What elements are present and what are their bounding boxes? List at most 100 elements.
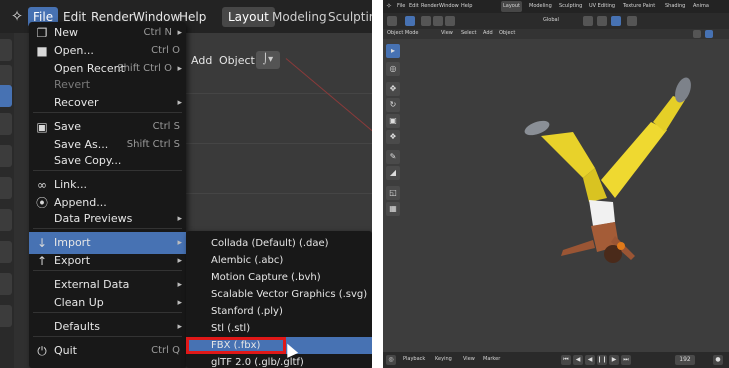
submenu-arrow-icon: ▸ bbox=[177, 98, 182, 108]
tool-rotate-icon[interactable] bbox=[0, 113, 12, 135]
viewport-object-menu[interactable]: Object bbox=[216, 52, 258, 70]
right-menubar: ✧ File Edit Render Window Help Layout Modelin… bbox=[383, 0, 729, 13]
tool-annotate-icon[interactable] bbox=[0, 209, 12, 231]
right-menu-edit[interactable]: Edit bbox=[409, 1, 419, 12]
export-icon: ↑ bbox=[36, 254, 48, 268]
tool-rotate-icon[interactable]: ↻ bbox=[386, 98, 400, 112]
file-menu-item-clean-up[interactable]: Clean Up ▸ bbox=[29, 292, 186, 314]
timeline-bar: ◎ Playback Keying View Marker ⏮ ◀ ◀ ❙❙ ▶… bbox=[383, 352, 729, 368]
tool-select-icon[interactable]: ▸ bbox=[386, 44, 400, 58]
mode-dropdown[interactable]: Object Mode bbox=[387, 28, 419, 39]
toolbar-icon[interactable] bbox=[627, 16, 637, 26]
tool-add-cube-icon[interactable] bbox=[0, 273, 12, 295]
right-toolbar: Global bbox=[383, 13, 729, 29]
jump-end-icon[interactable]: ⏭ bbox=[621, 355, 631, 365]
character-shirt bbox=[589, 200, 615, 226]
snap-dropdown[interactable]: ⌡▾ bbox=[256, 51, 280, 69]
file-menu-item-recover[interactable]: Recover ▸ bbox=[29, 92, 186, 114]
marker-menu[interactable]: Marker bbox=[483, 354, 500, 365]
file-menu-item-save-copy[interactable]: Save Copy... bbox=[29, 150, 186, 172]
select-menu[interactable]: Select bbox=[461, 28, 476, 39]
tool-annotate-icon[interactable]: ✎ bbox=[386, 150, 400, 164]
jump-keyframe-back-icon[interactable]: ◀ bbox=[573, 355, 583, 365]
character-left-arm bbox=[561, 240, 595, 256]
jump-keyframe-forward-icon[interactable]: ▶ bbox=[609, 355, 619, 365]
viewport-add-menu[interactable]: Add bbox=[188, 52, 215, 70]
right-menu-file[interactable]: File bbox=[397, 1, 405, 12]
tool-move-icon[interactable]: ✥ bbox=[386, 82, 400, 96]
select-mode-icon[interactable] bbox=[405, 16, 415, 26]
auto-keying-icon[interactable]: ● bbox=[713, 355, 723, 365]
right-workspace-tab-texture-paint[interactable]: Texture Paint bbox=[623, 1, 655, 12]
toolbar-icon[interactable] bbox=[445, 16, 455, 26]
view-menu[interactable]: View bbox=[441, 28, 453, 39]
tool-select-icon[interactable] bbox=[0, 85, 12, 107]
tool-extra-icon[interactable] bbox=[0, 305, 12, 327]
orientation-dropdown[interactable]: Global bbox=[543, 15, 559, 26]
toolbar-icon[interactable] bbox=[421, 16, 431, 26]
overlay-icon[interactable] bbox=[705, 30, 713, 38]
right-workspace-tab-shading[interactable]: Shading bbox=[665, 1, 685, 12]
current-frame-field[interactable]: 192 bbox=[675, 355, 695, 365]
file-menu-item-quit[interactable]: ⏻ Quit Ctrl Q bbox=[29, 340, 186, 362]
right-menu-render[interactable]: Render bbox=[421, 1, 439, 12]
import-format-stl-stl[interactable]: Stl (.stl) bbox=[186, 320, 372, 337]
object-menu[interactable]: Object bbox=[499, 28, 515, 39]
import-format-motion-capture-bvh[interactable]: Motion Capture (.bvh) bbox=[186, 269, 372, 286]
breakdancer-character-model[interactable] bbox=[503, 70, 703, 270]
right-workspace-tab-anima[interactable]: Anima bbox=[693, 1, 709, 12]
tool-add-cube-icon[interactable]: ◱ bbox=[386, 186, 400, 200]
toolbar-icon[interactable] bbox=[387, 16, 397, 26]
tool-measure-icon[interactable] bbox=[0, 241, 12, 263]
viewport-shading-icon[interactable] bbox=[693, 30, 701, 38]
file-menu-item-label: Data Previews bbox=[54, 212, 133, 225]
blender-logo-icon[interactable]: ✧ bbox=[6, 6, 28, 26]
tool-extra-icon[interactable]: ▦ bbox=[386, 202, 400, 216]
tool-scale-icon[interactable] bbox=[0, 145, 12, 167]
right-workspace-tab-modeling[interactable]: Modeling bbox=[529, 1, 552, 12]
left-screenshot: ✧ File Edit Render Window Help Layout Modelin… bbox=[0, 0, 372, 368]
import-format-gltf-2-0-glb-gltf[interactable]: glTF 2.0 (.glb/.gltf) bbox=[186, 354, 372, 368]
import-format-stanford-ply[interactable]: Stanford (.ply) bbox=[186, 303, 372, 320]
editor-type-icon[interactable]: ◎ bbox=[386, 355, 396, 365]
tool-cursor-icon[interactable] bbox=[0, 39, 12, 61]
workspace-tab-sculpting[interactable]: Sculpting bbox=[322, 7, 372, 27]
play-reverse-icon[interactable]: ◀ bbox=[585, 355, 595, 365]
tool-scale-icon[interactable]: ▣ bbox=[386, 114, 400, 128]
proportional-icon[interactable] bbox=[611, 16, 621, 26]
tool-transform-icon[interactable] bbox=[0, 177, 12, 199]
right-workspace-tab-uv-editing[interactable]: UV Editing bbox=[589, 1, 615, 12]
file-menu-item-data-previews[interactable]: Data Previews ▸ bbox=[29, 208, 186, 230]
import-format-fbx-fbx[interactable]: FBX (.fbx) bbox=[186, 337, 372, 354]
keying-menu[interactable]: Keying bbox=[435, 354, 452, 365]
tool-strip bbox=[0, 33, 14, 368]
viewport-header: Object Mode View Select Add Object bbox=[383, 29, 729, 39]
shortcut-hint: Ctrl Q bbox=[151, 345, 180, 356]
pause-icon[interactable]: ❙❙ bbox=[597, 355, 607, 365]
blender-logo-icon[interactable]: ✧ bbox=[386, 1, 392, 12]
playback-menu[interactable]: Playback bbox=[403, 354, 425, 365]
add-menu[interactable]: Add bbox=[483, 28, 493, 39]
tool-move-icon[interactable] bbox=[0, 65, 12, 87]
timeline-view-menu[interactable]: View bbox=[463, 354, 475, 365]
right-workspace-tab-sculpting[interactable]: Sculpting bbox=[559, 1, 582, 12]
file-menu-item-export[interactable]: ↑ Export ▸ bbox=[29, 250, 186, 272]
right-workspace-tab-layout[interactable]: Layout bbox=[501, 1, 522, 12]
right-screenshot: ✧ File Edit Render Window Help Layout Modelin… bbox=[383, 0, 729, 368]
file-menu-item-defaults[interactable]: Defaults ▸ bbox=[29, 316, 186, 338]
character-left-shoe bbox=[524, 120, 550, 136]
tool-measure-icon[interactable]: ◢ bbox=[386, 166, 400, 180]
toolbar-icon[interactable] bbox=[433, 16, 443, 26]
import-format-alembic-abc[interactable]: Alembic (.abc) bbox=[186, 252, 372, 269]
jump-start-icon[interactable]: ⏮ bbox=[561, 355, 571, 365]
import-format-scalable-vector-graphics-svg[interactable]: Scalable Vector Graphics (.svg) bbox=[186, 286, 372, 303]
snap-icon[interactable] bbox=[597, 16, 607, 26]
import-format-collada-default-dae[interactable]: Collada (Default) (.dae) bbox=[186, 235, 372, 252]
pivot-icon[interactable] bbox=[583, 16, 593, 26]
x-axis-line bbox=[285, 58, 372, 162]
grid-line bbox=[186, 93, 372, 94]
right-menu-window[interactable]: Window bbox=[439, 1, 459, 12]
right-menu-help[interactable]: Help bbox=[461, 1, 472, 12]
tool-transform-icon[interactable]: ❖ bbox=[386, 130, 400, 144]
tool-cursor-icon[interactable]: ◎ bbox=[386, 62, 400, 76]
